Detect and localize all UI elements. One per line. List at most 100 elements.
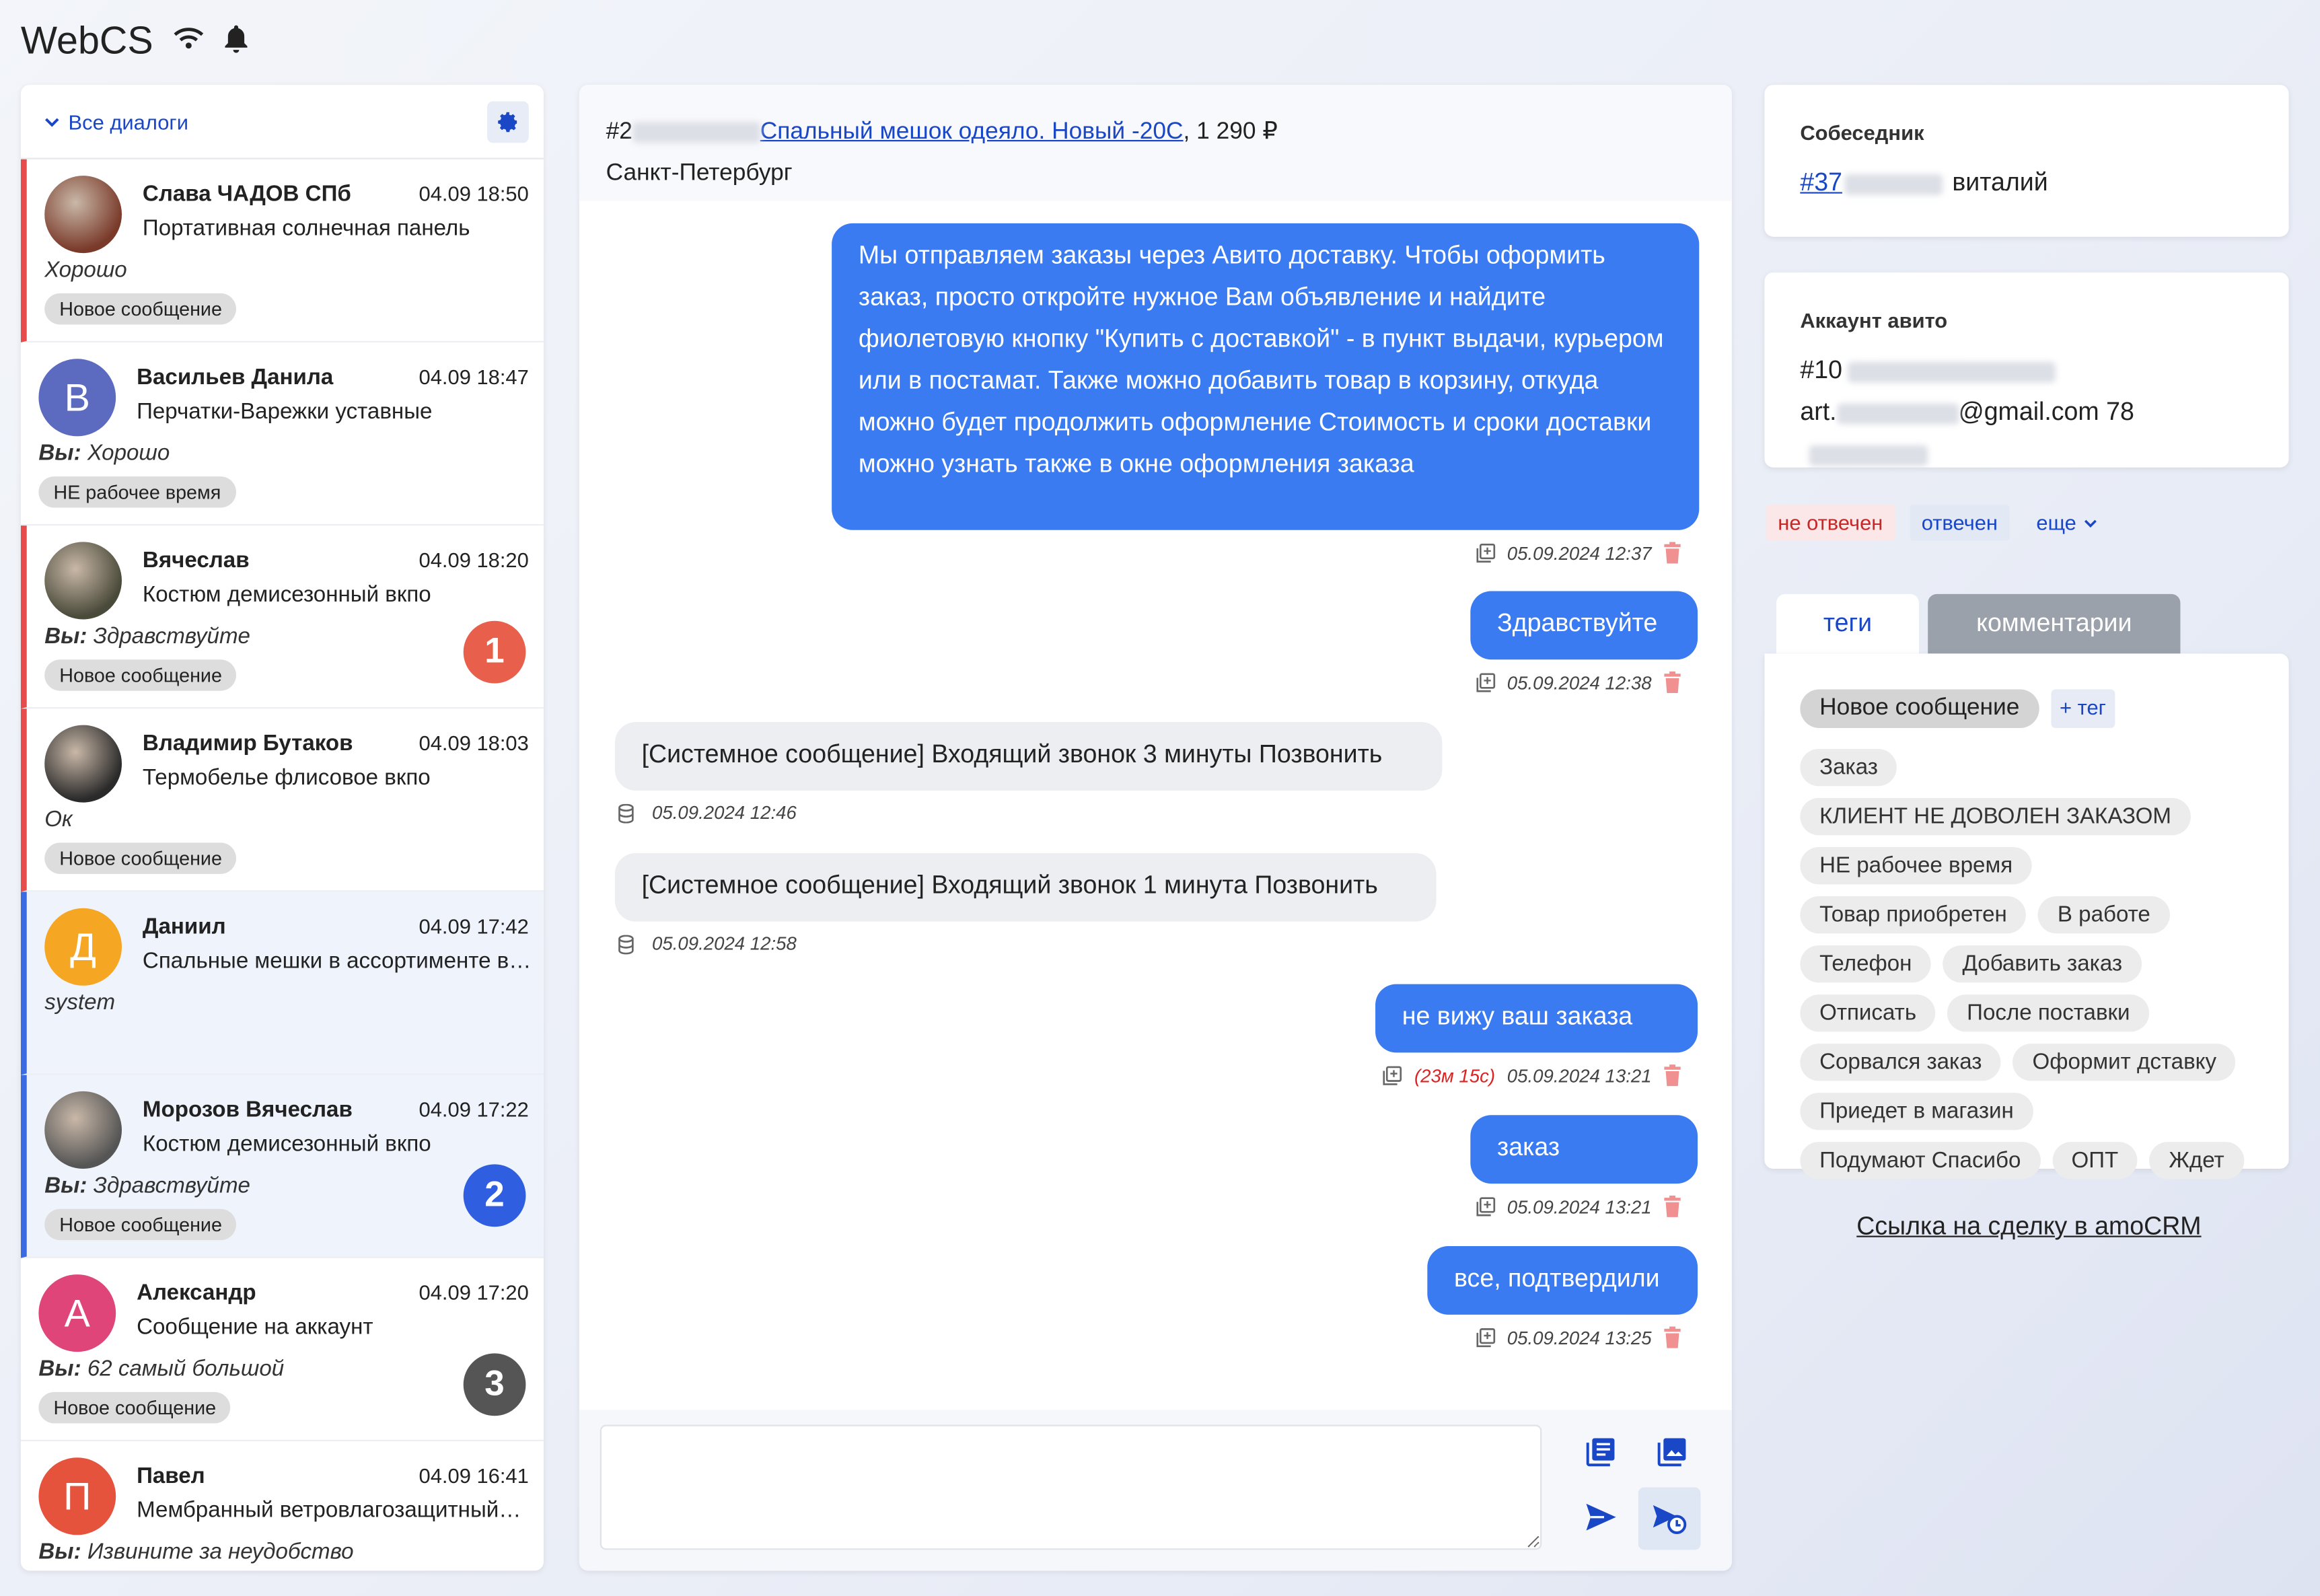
unread-badge: 1: [463, 620, 526, 684]
tag-chip[interactable]: КЛИЕНТ НЕ ДОВОЛЕН ЗАКАЗОМ: [1800, 798, 2191, 836]
message-list[interactable]: Мы отправляем заказы через Авито доставк…: [579, 201, 1732, 1482]
tag-chip[interactable]: Сорвался заказ: [1800, 1044, 2002, 1081]
message-meta: (23м 15с) 05.09.2024 13:21: [1383, 1064, 1681, 1087]
trash-icon[interactable]: [1663, 542, 1681, 564]
chevron-down-icon: [45, 117, 59, 126]
dialog-last-message: Вы: Хорошо: [38, 441, 170, 466]
status-more-dropdown[interactable]: еще: [2025, 505, 2109, 540]
dialog-product: Портативная солнечная панель: [142, 215, 470, 242]
dialog-item[interactable]: Вячеслав 04.09 18:20 Костюм демисезонный…: [20, 525, 544, 709]
send-clock-icon: [1653, 1505, 1687, 1534]
tag-chip[interactable]: Оформит дставку: [2013, 1044, 2236, 1081]
account-label: Аккаунт авито: [1800, 308, 1948, 332]
message-bubble: все, подтвердили: [1427, 1246, 1698, 1315]
dialog-last-message: Вы: 62 самый большой: [38, 1356, 284, 1382]
interlocutor-id-link[interactable]: #37: [1800, 168, 1842, 196]
unread-badge: 2: [463, 1164, 526, 1227]
dialog-item[interactable]: П Павел 04.09 16:41 Мембранный ветровлаг…: [21, 1441, 544, 1571]
dialog-tag: Новое сообщение: [44, 293, 237, 325]
database-icon: [618, 803, 634, 823]
trash-icon[interactable]: [1663, 1195, 1681, 1218]
listing-price: , 1 290 ₽: [1183, 119, 1278, 145]
tag-chip[interactable]: Заказ: [1800, 748, 1897, 787]
tab-tags[interactable]: теги: [1776, 593, 1919, 654]
trash-icon[interactable]: [1663, 1326, 1681, 1349]
tag-chip[interactable]: Товар приобретен: [1800, 896, 2027, 934]
listing-link[interactable]: Спальный мешок одеяло. Новый -20С: [760, 119, 1184, 145]
avatar-photo: [44, 542, 122, 620]
trash-icon[interactable]: [1663, 1064, 1681, 1087]
scheduled-send-button[interactable]: [1638, 1487, 1701, 1550]
dialog-product: Термобелье флисовое вкпо: [142, 765, 431, 791]
copy-icon[interactable]: [1476, 673, 1495, 692]
dialog-product: Костюм демисезонный вкпо: [142, 1131, 431, 1157]
copy-icon[interactable]: [1476, 1197, 1495, 1217]
send-button[interactable]: [1571, 1487, 1630, 1547]
tag-chip[interactable]: ОПТ: [2052, 1142, 2138, 1180]
you-prefix: Вы:: [44, 624, 87, 649]
wifi-icon: [172, 24, 205, 61]
dialog-last-message: system: [44, 990, 115, 1015]
redacted-phone: [1809, 444, 1928, 466]
dialog-name: Владимир Бутаков: [142, 731, 353, 757]
last-message-text: system: [44, 990, 116, 1016]
dialog-time: 04.09 18:50: [419, 181, 529, 206]
chat-header: #2 Спальный мешок одеяло. Новый -20С, 1 2…: [579, 85, 1732, 201]
tag-chip[interactable]: Ждет: [2149, 1142, 2244, 1180]
status-not-answered[interactable]: не отвечен: [1766, 505, 1895, 541]
avatar: Д: [44, 908, 122, 986]
dialog-item[interactable]: В Васильев Данила 04.09 18:47 Перчатки-В…: [20, 342, 544, 526]
message-bubble: [Системное сообщение] Входящий звонок 3 …: [614, 722, 1443, 791]
status-answered[interactable]: отвечен: [1910, 505, 2010, 541]
message-time: 05.09.2024 12:46: [652, 802, 797, 824]
tag-chip[interactable]: Отписать: [1800, 994, 1936, 1032]
tag-chip[interactable]: После поставки: [1947, 994, 2150, 1032]
dialog-product: Перчатки-Варежки уставные: [137, 399, 433, 425]
settings-button[interactable]: [487, 100, 529, 143]
tag-chip[interactable]: НЕ рабочее время: [1800, 847, 2032, 885]
dialog-item[interactable]: Владимир Бутаков 04.09 18:03 Термобелье …: [20, 709, 544, 892]
add-tag-button[interactable]: + тег: [2050, 689, 2115, 729]
gear-icon: [498, 111, 517, 132]
bell-icon[interactable]: [223, 24, 250, 61]
dialog-item[interactable]: Слава ЧАДОВ СПб 04.09 18:50 Портативная …: [20, 159, 544, 342]
database-icon: [618, 934, 634, 954]
dialog-last-message: Вы: Извините за неудобство: [38, 1539, 353, 1565]
copy-icon[interactable]: [1476, 1328, 1495, 1348]
dialog-item[interactable]: А Александр 04.09 17:20 Сообщение на акк…: [20, 1258, 544, 1441]
composer: [579, 1410, 1732, 1571]
attach-image-button[interactable]: [1642, 1422, 1702, 1482]
active-tag[interactable]: Новое сообщение: [1800, 689, 2039, 729]
message-meta: 05.09.2024 12:58: [618, 933, 797, 954]
tag-chip[interactable]: Подумают Спасибо: [1800, 1142, 2041, 1180]
tag-chip[interactable]: Добавить заказ: [1943, 945, 2142, 983]
message-bubble: Здравствуйте: [1470, 591, 1698, 660]
dialog-tag: НЕ рабочее время: [38, 476, 236, 508]
amocrm-link[interactable]: Ссылка на сделку в amoCRM: [1856, 1212, 2201, 1241]
copy-icon[interactable]: [1383, 1066, 1403, 1085]
tab-comments[interactable]: комментарии: [1928, 593, 2181, 654]
avatar-letter: В: [64, 374, 90, 419]
templates-button[interactable]: [1571, 1422, 1630, 1482]
message-time: 05.09.2024 12:38: [1507, 672, 1652, 694]
all-dialogs-dropdown[interactable]: Все диалоги: [44, 110, 188, 133]
last-message-text: Здравствуйте: [87, 1173, 250, 1199]
tag-chip[interactable]: Телефон: [1800, 945, 1932, 983]
dialog-name: Слава ЧАДОВ СПб: [142, 181, 351, 207]
app-title: WebCS: [20, 17, 153, 63]
tag-chip[interactable]: В работе: [2038, 896, 2170, 934]
dialog-last-message: Вы: Здравствуйте: [44, 1173, 250, 1199]
copy-icon[interactable]: [1476, 543, 1495, 563]
dialog-item[interactable]: Морозов Вячеслав 04.09 17:22 Костюм деми…: [20, 1075, 544, 1258]
send-icon: [1586, 1503, 1616, 1531]
tag-chip[interactable]: Приедет в магазин: [1800, 1093, 2033, 1130]
late-indicator: (23м 15с): [1414, 1065, 1496, 1087]
last-message-text: Хорошо: [44, 257, 127, 283]
avatar-photo: [44, 725, 122, 803]
dialog-item[interactable]: Д Даниил 04.09 17:42 Спальные мешки в ас…: [20, 892, 544, 1075]
message-time: 05.09.2024 13:21: [1507, 1065, 1652, 1087]
trash-icon[interactable]: [1663, 671, 1681, 694]
message-input[interactable]: [600, 1424, 1542, 1550]
avatar-letter: А: [64, 1290, 90, 1335]
message-meta: 05.09.2024 12:38: [1476, 671, 1681, 694]
